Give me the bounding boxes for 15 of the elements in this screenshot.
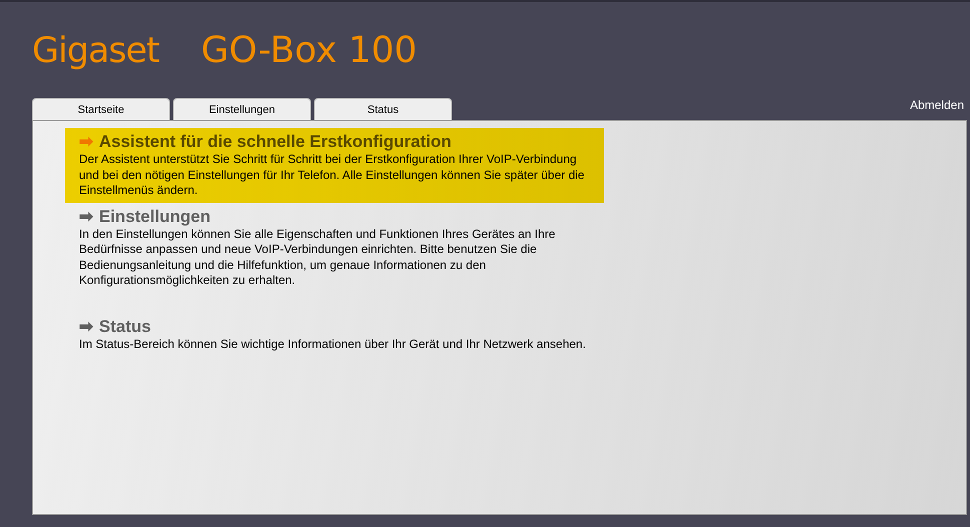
arrow-icon: ➡ — [79, 316, 93, 336]
section-description: Der Assistent unterstützt Sie Schritt für Schritt bei der Erstkonfiguration Ihrer VoIP-Verbindung und bei den nötigen Einstellungen für Ihr Telefon. Alle Einstellungen können Sie später über die Einstellmenüs ändern. — [79, 152, 586, 198]
section-description: Im Status-Bereich können Sie wichtige Informationen über Ihr Gerät und Ihr Netzwerk ansehen. — [79, 336, 587, 352]
product-title: GO-Box 100 — [201, 29, 418, 73]
arrow-icon: ➡ — [79, 132, 93, 152]
logout-link[interactable]: Abmelden — [910, 98, 967, 112]
nav-tab[interactable]: Einstellungen — [173, 98, 311, 120]
section-description: In den Einstellungen können Sie alle Eigenschaften und Funktionen Ihres Gerätes an Ihre Bedürfnisse anpassen und neue VoIP-Verbindungen einrichten. Bitte benutzen Sie die Bedienungsanleitung und die Hilfefunktion, um genaue Informationen zu den Konfigurationsmöglichkeiten zu erhalten. — [79, 226, 556, 288]
arrow-icon: ➡ — [79, 206, 93, 226]
section-link[interactable]: Einstellungen — [99, 206, 210, 226]
section-link[interactable]: Assistent für die schnelle Erstkonfiguration — [99, 132, 452, 152]
section-link[interactable]: Status — [99, 316, 151, 336]
nav-tab[interactable]: Startseite — [32, 98, 170, 120]
nav-tab[interactable]: Status — [314, 98, 452, 120]
brand-logo: Gigaset — [32, 30, 160, 73]
